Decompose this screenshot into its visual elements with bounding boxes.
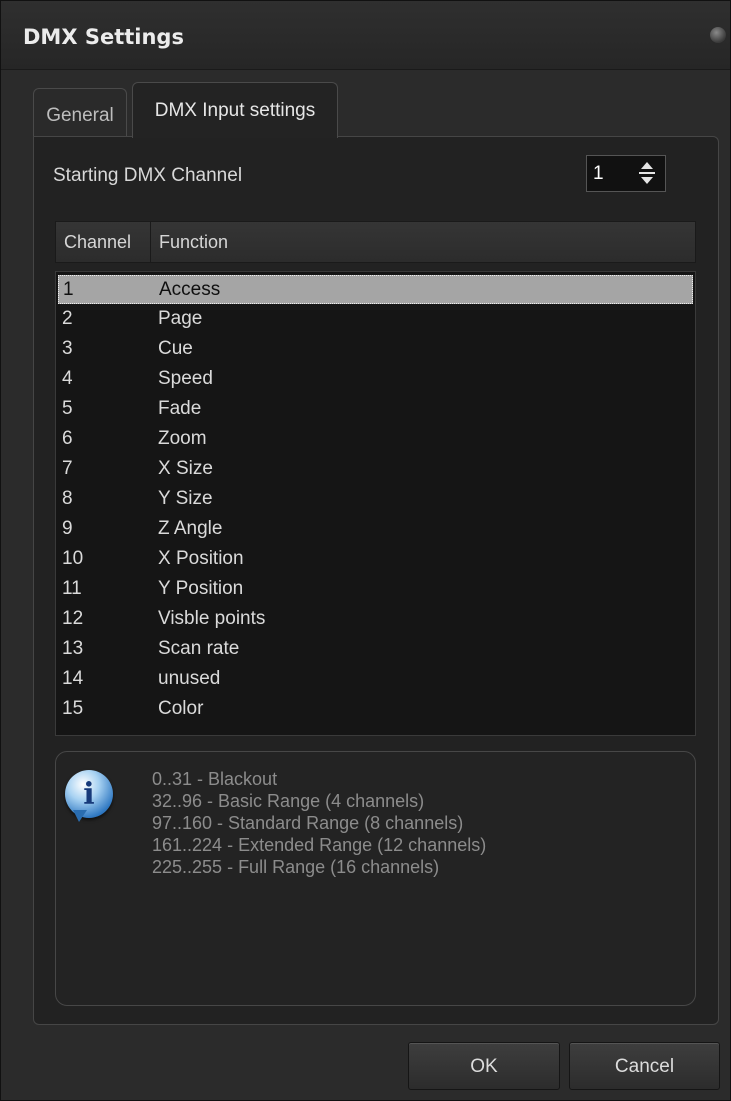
table-row[interactable]: 2 Page — [58, 305, 693, 334]
table-row[interactable]: 8 Y Size — [58, 485, 693, 514]
row-function: unused — [158, 668, 221, 689]
spin-down-icon[interactable] — [641, 177, 653, 184]
spin-divider — [639, 172, 655, 174]
row-function: Visble points — [158, 608, 266, 629]
info-line: 97..160 - Standard Range (8 channels) — [152, 813, 464, 833]
spin-arrows-icon[interactable] — [639, 162, 655, 186]
table-row[interactable]: 9 Z Angle — [58, 515, 693, 544]
table-row[interactable]: 14 unused — [58, 665, 693, 694]
tab-dmx-input-settings-label: DMX Input settings — [154, 100, 316, 121]
tab-general-label: General — [46, 105, 114, 126]
row-function: Scan rate — [158, 638, 240, 659]
column-header-channel[interactable]: Channel — [64, 232, 131, 253]
info-line: 32..96 - Basic Range (4 channels) — [152, 791, 425, 811]
table-row[interactable]: 7 X Size — [58, 455, 693, 484]
table-row[interactable]: 12 Visble points — [58, 605, 693, 634]
table-row[interactable]: 10 X Position — [58, 545, 693, 574]
row-channel: 13 — [62, 638, 84, 659]
row-channel: 7 — [62, 458, 73, 479]
row-channel: 14 — [62, 668, 84, 689]
info-icon-glyph: i — [83, 777, 95, 812]
row-channel: 2 — [62, 308, 73, 329]
row-channel: 8 — [62, 488, 73, 509]
table-row[interactable]: 4 Speed — [58, 365, 693, 394]
row-channel: 10 — [62, 548, 84, 569]
ok-button[interactable]: OK — [408, 1042, 560, 1090]
row-function: X Position — [158, 548, 244, 569]
row-function: Z Angle — [158, 518, 223, 539]
row-function: Page — [158, 308, 203, 329]
table-row[interactable]: 6 Zoom — [58, 425, 693, 454]
row-channel: 6 — [62, 428, 73, 449]
column-divider[interactable] — [150, 222, 151, 262]
info-line: 225..255 - Full Range (16 channels) — [152, 857, 440, 877]
title-bar[interactable]: DMX Settings — [1, 1, 730, 70]
starting-channel-label: Starting DMX Channel — [53, 165, 243, 186]
table-row[interactable]: 15 Color — [58, 695, 693, 724]
row-function: Zoom — [158, 428, 207, 449]
row-channel: 5 — [62, 398, 73, 419]
row-function: Cue — [158, 338, 193, 359]
table-row[interactable]: 11 Y Position — [58, 575, 693, 604]
row-function: Access — [159, 279, 221, 300]
row-channel: 9 — [62, 518, 73, 539]
info-line: 161..224 - Extended Range (12 channels) — [152, 835, 487, 855]
window-title: DMX Settings — [23, 25, 184, 49]
starting-channel-value[interactable]: 1 — [593, 163, 604, 185]
row-channel: 15 — [62, 698, 84, 719]
spin-up-icon[interactable] — [641, 162, 653, 169]
row-function: Fade — [158, 398, 202, 419]
starting-channel-spinbox[interactable]: 1 — [586, 155, 666, 192]
row-function: Y Position — [158, 578, 244, 599]
table-row[interactable]: 3 Cue — [58, 335, 693, 364]
info-text: 0..31 - Blackout 32..96 - Basic Range (4 … — [152, 768, 486, 878]
tab-dmx-input-settings[interactable]: DMX Input settings — [132, 82, 338, 138]
tab-general[interactable]: General — [33, 88, 127, 140]
table-row[interactable]: 5 Fade — [58, 395, 693, 424]
cancel-button-label: Cancel — [614, 1056, 675, 1077]
channel-list-header: Channel Function — [55, 221, 696, 263]
row-channel: 11 — [62, 578, 82, 599]
window-menu-icon[interactable] — [710, 27, 726, 43]
row-channel: 1 — [63, 279, 74, 300]
row-function: X Size — [158, 458, 213, 479]
table-row[interactable]: 1 Access — [58, 275, 693, 304]
column-header-function[interactable]: Function — [159, 232, 228, 253]
row-channel: 12 — [62, 608, 84, 629]
row-channel: 4 — [62, 368, 73, 389]
ok-button-label: OK — [470, 1056, 498, 1077]
row-function: Color — [158, 698, 204, 719]
table-row[interactable]: 13 Scan rate — [58, 635, 693, 664]
row-channel: 3 — [62, 338, 73, 359]
cancel-button[interactable]: Cancel — [569, 1042, 720, 1090]
info-icon: i — [65, 770, 113, 822]
row-function: Y Size — [158, 488, 213, 509]
row-function: Speed — [158, 368, 213, 389]
channel-list[interactable]: 1 Access 2 Page 3 Cue 4 Speed 5 Fade 6 Zoom 7 X Size 8… — [55, 271, 696, 736]
info-line: 0..31 - Blackout — [152, 769, 278, 789]
